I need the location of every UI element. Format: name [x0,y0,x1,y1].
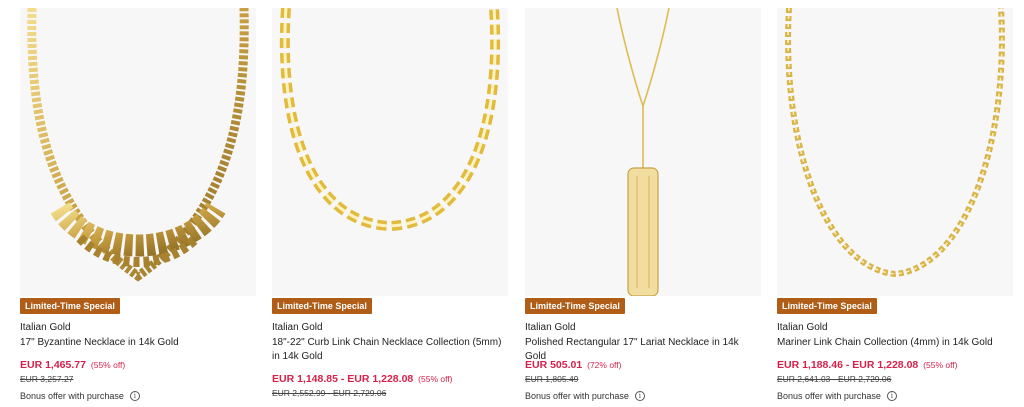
product-brand: Italian Gold [272,322,323,333]
bonus-offer-label: Bonus offer with purchase [777,391,881,401]
product-brand: Italian Gold [525,322,576,333]
price-row: EUR 505.01 (72% off) [525,359,621,371]
info-icon[interactable]: i [634,391,645,401]
original-price: EUR 3,257.27 [20,374,74,384]
original-price: EUR 2,552.99 - EUR 2,729.06 [272,388,387,398]
sale-price: EUR 1,148.85 - EUR 1,228.08 [272,373,414,385]
price-row: EUR 1,465.77 (55% off) [20,359,125,371]
product-image[interactable] [272,8,508,296]
product-grid: Limited-Time Special Italian Gold 17" By… [0,0,1024,407]
byzantine-necklace-icon [27,8,249,282]
bonus-offer-label: Bonus offer with purchase [525,391,629,401]
bonus-offer: Bonus offer with purchase i [777,391,897,401]
discount-percent: (55% off) [90,360,126,370]
bonus-offer: Bonus offer with purchase i [525,391,645,401]
sale-price: EUR 505.01 [525,359,583,371]
limited-time-badge: Limited-Time Special [20,298,120,314]
bonus-offer: Bonus offer with purchase i [20,391,140,401]
curb-chain-icon [279,8,501,232]
limited-time-badge: Limited-Time Special [272,298,372,314]
price-row: EUR 1,188.46 - EUR 1,228.08 (55% off) [777,359,958,371]
product-title[interactable]: Mariner Link Chain Collection (4mm) in 1… [777,336,1013,350]
sale-price: EUR 1,188.46 - EUR 1,228.08 [777,359,919,371]
original-price: EUR 2,641.03 - EUR 2,729.06 [777,374,892,384]
info-icon[interactable]: i [129,391,140,401]
lariat-necklace-icon [616,8,670,296]
product-card[interactable]: Limited-Time Special Italian Gold Polish… [525,0,761,407]
product-image[interactable] [20,8,256,296]
product-card[interactable]: Limited-Time Special Italian Gold Marine… [777,0,1013,407]
product-card[interactable]: Limited-Time Special Italian Gold 18"-22… [272,0,508,407]
product-image[interactable] [777,8,1013,296]
product-title[interactable]: 17" Byzantine Necklace in 14k Gold [20,336,256,350]
product-image[interactable] [525,8,761,296]
bonus-offer-label: Bonus offer with purchase [20,391,124,401]
discount-percent: (55% off) [923,360,958,370]
product-brand: Italian Gold [777,322,828,333]
discount-percent: (72% off) [587,360,622,370]
product-card[interactable]: Limited-Time Special Italian Gold 17" By… [20,0,256,407]
limited-time-badge: Limited-Time Special [525,298,625,314]
info-icon[interactable]: i [886,391,897,401]
mariner-chain-icon [785,8,1005,278]
price-row: EUR 1,148.85 - EUR 1,228.08 (55% off) [272,373,453,385]
product-brand: Italian Gold [20,322,71,333]
discount-percent: (55% off) [418,374,453,384]
product-title[interactable]: 18"-22" Curb Link Chain Necklace Collect… [272,336,508,364]
limited-time-badge: Limited-Time Special [777,298,877,314]
sale-price: EUR 1,465.77 [20,359,86,371]
original-price: EUR 1,805.49 [525,374,579,384]
